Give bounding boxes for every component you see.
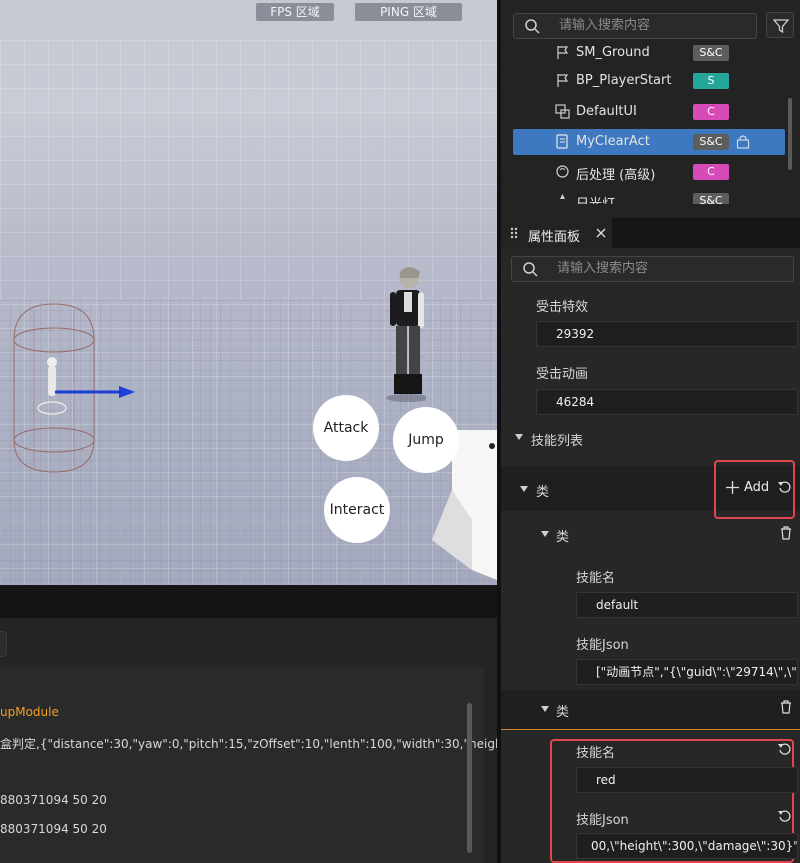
tree-item[interactable]: BP_PlayerStart S	[513, 68, 785, 94]
direction-arrow-gizmo	[55, 386, 135, 398]
search-placeholder: 请输入搜索内容	[557, 261, 649, 276]
filter-icon	[773, 19, 789, 34]
ping-area-tag: PING 区域	[355, 3, 462, 21]
hit-effect-input[interactable]: 29392	[536, 321, 798, 347]
log-line: 880371094 50 20	[0, 822, 107, 836]
status-badge: S&C	[693, 45, 729, 61]
tree-item[interactable]: SM_Ground S&C	[513, 44, 785, 66]
hit-anim-input[interactable]: 46284	[536, 389, 798, 415]
lock-icon[interactable]	[736, 134, 750, 149]
tree-item[interactable]: 日光灯 S&C	[513, 188, 785, 204]
search-icon	[525, 19, 540, 34]
trash-icon[interactable]	[780, 700, 792, 714]
skill-json-input[interactable]: 00,\"height\":300,\"damage\":30}"]	[576, 833, 798, 859]
log-line: 880371094 50 20	[0, 793, 107, 807]
postprocess-icon	[556, 165, 569, 178]
expand-arrow-icon[interactable]	[520, 486, 528, 492]
entry-class-label: 类	[556, 705, 570, 720]
attack-button[interactable]: Attack	[313, 395, 379, 461]
flag-icon	[557, 46, 569, 59]
class-label: 类	[536, 485, 550, 500]
status-badge: C	[693, 164, 729, 180]
skill-name-label: 技能名	[576, 571, 616, 586]
interact-button[interactable]: Interact	[324, 477, 390, 543]
jump-button[interactable]: Jump	[393, 407, 459, 473]
reset-icon[interactable]	[778, 480, 792, 494]
status-badge: S&C	[693, 134, 729, 150]
console-filter-input[interactable]	[0, 631, 7, 657]
search-icon	[523, 262, 538, 277]
script-icon	[556, 134, 568, 149]
filter-button[interactable]	[766, 12, 794, 38]
status-badge: C	[693, 104, 729, 120]
reset-icon[interactable]	[778, 809, 792, 823]
drag-handle-icon[interactable]	[510, 227, 518, 239]
expand-arrow-icon[interactable]	[541, 706, 549, 712]
hierarchy-tree: SM_Ground S&C BP_PlayerStart S DefaultUI…	[501, 44, 800, 204]
skill-list-label: 技能列表	[531, 434, 584, 449]
ui-icon	[555, 104, 570, 119]
expand-arrow-icon[interactable]	[541, 531, 549, 537]
right-panel: 请输入搜索内容 SM_Ground S&C BP_PlayerStart S D…	[501, 0, 800, 863]
console-scrollbar[interactable]	[467, 703, 472, 853]
tree-item-selected[interactable]: MyClearAct S&C	[513, 129, 785, 155]
player-character	[386, 267, 426, 402]
status-badge: S&C	[693, 193, 729, 204]
log-line: 盒判定,{"distance":30,"yaw":0,"pitch":15,"z…	[0, 737, 513, 751]
hierarchy-search-input[interactable]: 请输入搜索内容	[513, 13, 757, 39]
skill-name-label: 技能名	[576, 746, 616, 761]
console-toolbar	[0, 585, 497, 618]
skill-json-label: 技能Json	[576, 813, 629, 828]
log-console: upModule 盒判定,{"distance":30,"yaw":0,"pit…	[0, 585, 513, 863]
plus-icon[interactable]	[726, 481, 739, 494]
skill-json-label: 技能Json	[576, 638, 629, 653]
entry-class-label: 类	[556, 530, 570, 545]
property-search-input[interactable]: 请输入搜索内容	[511, 256, 794, 282]
flag-icon	[557, 74, 569, 87]
trash-icon[interactable]	[780, 526, 792, 540]
skill-json-input[interactable]: ["动画节点","{\"guid\":\"29714\",\"	[576, 659, 798, 685]
add-button[interactable]: Add	[744, 480, 769, 495]
tree-item[interactable]: 后处理 (高级) C	[513, 159, 785, 185]
skill-name-input[interactable]: default	[576, 592, 798, 618]
close-icon[interactable]	[596, 228, 606, 238]
tree-item[interactable]: DefaultUI C	[513, 99, 785, 125]
hit-anim-label: 受击动画	[536, 367, 589, 382]
log-line: upModule	[0, 705, 59, 719]
search-placeholder: 请输入搜索内容	[559, 18, 651, 33]
tab-title: 属性面板	[528, 230, 581, 245]
hit-effect-label: 受击特效	[536, 300, 589, 315]
status-badge: S	[693, 73, 729, 89]
expand-arrow-icon[interactable]	[515, 434, 523, 440]
scene-viewport[interactable]: FPS 区域 PING 区域 Attack Jump Interact	[0, 0, 497, 585]
light-icon	[560, 194, 565, 199]
skill-name-input[interactable]: red	[576, 767, 798, 793]
hierarchy-scrollbar[interactable]	[788, 98, 792, 170]
fps-area-tag: FPS 区域	[256, 3, 334, 21]
property-panel-tabbar: 属性面板	[501, 218, 800, 248]
tab-property-panel[interactable]: 属性面板	[501, 218, 612, 248]
reset-icon[interactable]	[778, 742, 792, 756]
